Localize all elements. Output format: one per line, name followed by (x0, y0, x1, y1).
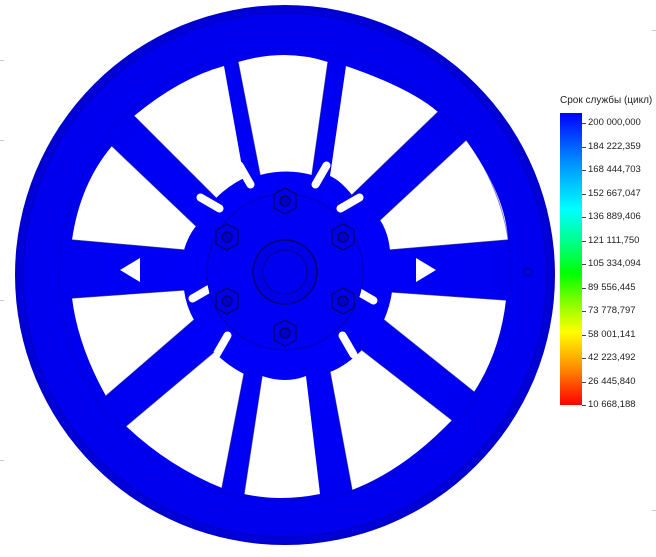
lug-nut (331, 223, 355, 251)
legend-tick (582, 334, 586, 336)
legend-label: 58 001,141 (588, 328, 636, 340)
lug-nut (273, 187, 297, 215)
lug-nut (273, 319, 297, 347)
legend-tick (582, 358, 586, 359)
legend-color-bar (560, 113, 582, 405)
legend-tick (582, 146, 586, 148)
legend-tick (582, 193, 586, 195)
legend-label: 200 000,000 (588, 117, 641, 128)
legend-tick (582, 217, 586, 218)
legend-label: 168 444,703 (588, 164, 641, 175)
legend-label: 10 668,188 (588, 399, 636, 410)
legend-tick (582, 264, 586, 265)
legend-label: 42 223,492 (588, 352, 636, 363)
legend-label: 121 111,750 (588, 234, 640, 246)
legend-label: 73 778,797 (588, 305, 636, 316)
legend-tick (582, 405, 586, 406)
legend-label: 152 667,047 (588, 187, 641, 199)
color-legend: Срок службы (цикл) 200 000,000 184 222,35… (560, 95, 656, 415)
legend-label: 89 556,445 (588, 281, 636, 293)
lug-nut (215, 223, 239, 251)
legend-tick (582, 287, 586, 289)
legend-label: 26 445,840 (588, 375, 636, 387)
wheel-model[interactable] (0, 0, 656, 557)
legend-tick (582, 311, 586, 312)
lug-nut (215, 287, 239, 315)
legend-label: 184 222,359 (588, 140, 641, 152)
graphics-viewport[interactable] (0, 0, 656, 557)
legend-tick (582, 170, 586, 171)
legend-tick (582, 381, 586, 383)
legend-label: 105 334,094 (588, 258, 641, 269)
legend-title: Срок службы (цикл) (560, 95, 653, 106)
legend-tick (582, 240, 586, 242)
legend-label: 136 889,406 (588, 211, 641, 222)
legend-tick (582, 123, 586, 124)
lug-nut (331, 287, 355, 315)
